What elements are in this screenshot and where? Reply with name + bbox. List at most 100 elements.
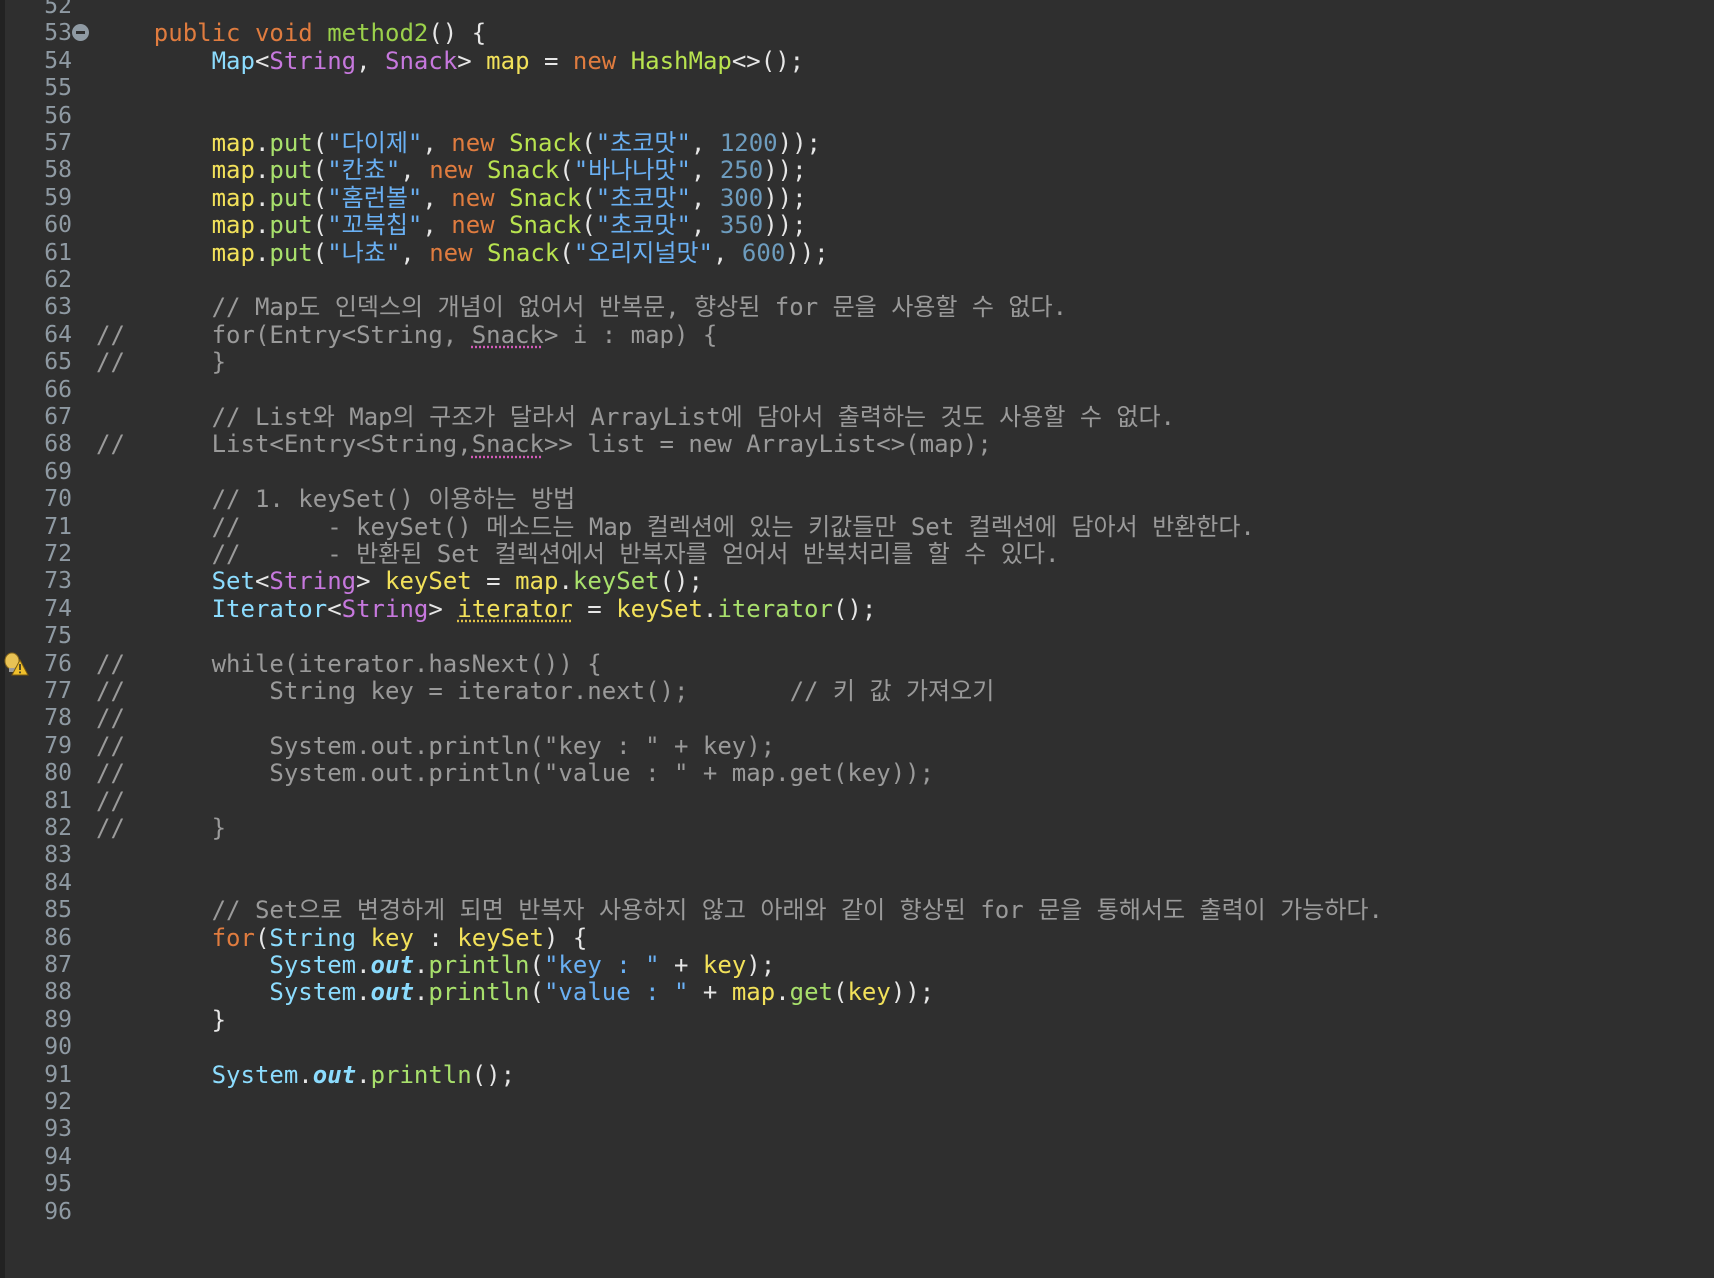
- line-number: 95: [44, 1171, 72, 1198]
- token-text: .: [356, 951, 371, 979]
- token-kw: new: [429, 156, 473, 185]
- code-editor[interactable]: 52 53 54 55 56 57 58 59 60 61 62 63 64 65 66 67 68 69 70 71…: [0, 0, 1714, 1278]
- line-number: 73: [44, 568, 72, 595]
- code-line[interactable]: while(iterator.hasNext()) {: [96, 649, 602, 679]
- token-text: (: [312, 156, 328, 185]
- token-text: >: [457, 46, 487, 75]
- token-comment: // - keySet() 메소드는 Map 컬렉션에 있는 키값들만 Set …: [211, 512, 1255, 541]
- line-number: 81: [44, 787, 72, 814]
- token-text: ,: [356, 46, 386, 75]
- token-num: 600: [741, 238, 786, 267]
- token-text: (: [833, 978, 848, 1007]
- code-line[interactable]: Map<String, Snack> map = new HashMap<>()…: [96, 46, 805, 76]
- code-line[interactable]: Set<String> keySet = map.keySet();: [96, 566, 703, 596]
- token-comment: // Map도 인덱스의 개념이 없어서 반복문, 향상된 for 문을 사용할…: [211, 293, 1068, 322]
- code-line[interactable]: // Map도 인덱스의 개념이 없어서 반복문, 향상된 for 문을 사용할…: [96, 292, 1067, 322]
- token-text: =: [572, 594, 617, 623]
- token-ctor: Snack: [509, 129, 582, 157]
- token-num: 300: [719, 183, 764, 212]
- code-line[interactable]: }: [96, 1005, 226, 1035]
- line-number: 55: [44, 75, 72, 102]
- token-kw: new: [451, 211, 495, 240]
- code-line[interactable]: List<Entry<String,Snack>> list = new Arr…: [96, 429, 992, 459]
- code-line[interactable]: map.put("꼬북칩", new Snack("초코맛", 350));: [96, 210, 807, 240]
- token-text: ,: [690, 129, 720, 157]
- token-static: out: [312, 1060, 357, 1089]
- code-line[interactable]: // - 반환된 Set 컬렉션에서 반복자를 얻어서 반복처리를 할 수 있다…: [96, 539, 1060, 569]
- token-text: (: [312, 129, 328, 157]
- line-number: 90: [44, 1034, 72, 1061]
- collapse-minus-icon[interactable]: [72, 24, 89, 41]
- line-number: 72: [44, 541, 72, 567]
- token-ctor: Snack: [487, 238, 560, 267]
- token-text: <: [254, 567, 270, 596]
- line-number: 60: [44, 212, 72, 239]
- token-ctor: Snack: [487, 156, 560, 185]
- code-line[interactable]: for(String key : keySet) {: [96, 923, 588, 953]
- token-iface: System: [269, 951, 357, 979]
- token-comment: > i : map) {: [543, 320, 718, 349]
- token-text: ,: [690, 156, 720, 185]
- token-field: keySet: [457, 923, 544, 952]
- line-comment-marker: //: [96, 704, 125, 733]
- code-line[interactable]: }: [96, 813, 226, 843]
- token-num: 250: [719, 156, 764, 185]
- code-line[interactable]: // List와 Map의 구조가 달라서 ArrayList에 담아서 출력하…: [96, 402, 1175, 432]
- token-text: .: [702, 594, 718, 623]
- code-line[interactable]: map.put("나쵸", new Snack("오리지널맛", 600));: [96, 238, 829, 268]
- token-text: (: [559, 156, 574, 185]
- code-line[interactable]: System.out.println("key : " + key);: [96, 731, 775, 761]
- token-text: (: [581, 129, 596, 157]
- token-text: ));: [785, 238, 829, 267]
- token-field: iterator: [457, 594, 573, 623]
- code-line[interactable]: for(Entry<String, Snack> i : map) {: [96, 320, 718, 350]
- token-static: out: [370, 978, 414, 1007]
- token-call: put: [269, 129, 313, 157]
- token-call: println: [428, 978, 530, 1007]
- token-comment: List<Entry<String,: [96, 430, 472, 459]
- token-text: (: [581, 211, 596, 240]
- token-text: (: [581, 183, 596, 212]
- warning-lightbulb-icon[interactable]: [3, 650, 29, 678]
- token-text: ));: [777, 129, 821, 157]
- code-line[interactable]: // 1. keySet() 이용하는 방법: [96, 484, 576, 514]
- code-line[interactable]: System.out.println("value : " + map.get(…: [96, 758, 934, 788]
- token-kw: void: [254, 19, 313, 48]
- token-iface: String: [269, 923, 357, 952]
- code-line[interactable]: // - keySet() 메소드는 Map 컬렉션에 있는 키값들만 Set …: [96, 512, 1255, 542]
- code-line[interactable]: System.out.println("value : " + map.get(…: [96, 977, 934, 1007]
- code-line[interactable]: System.out.println("key : " + key);: [96, 950, 775, 980]
- line-number: 84: [44, 869, 72, 896]
- line-number: 67: [44, 404, 72, 430]
- token-kw: new: [429, 238, 473, 267]
- code-line[interactable]: Iterator<String> iterator = keySet.itera…: [96, 594, 877, 624]
- line-number: 96: [44, 1198, 72, 1225]
- code-line[interactable]: map.put("홈런볼", new Snack("초코맛", 300));: [96, 183, 807, 213]
- code-line[interactable]: System.out.println();: [96, 1060, 515, 1090]
- line-number: 56: [44, 102, 72, 129]
- code-line[interactable]: public void method2() {: [96, 18, 486, 48]
- code-line[interactable]: String key = iterator.next(); // 키 값 가져오…: [96, 676, 994, 706]
- code-line[interactable]: map.put("다이제", new Snack("초코맛", 1200));: [96, 128, 821, 158]
- code-line[interactable]: map.put("칸쵸", new Snack("바나나맛", 250));: [96, 155, 807, 185]
- code-line[interactable]: // Set으로 변경하게 되면 반복자 사용하지 않고 아래와 같이 향상된 …: [96, 895, 1383, 925]
- token-text: .: [413, 951, 429, 979]
- token-text: :: [413, 923, 458, 952]
- token-text: ));: [763, 156, 807, 185]
- line-number: 75: [44, 623, 72, 650]
- code-line[interactable]: }: [96, 347, 226, 377]
- line-number-gutter[interactable]: 52 53 54 55 56 57 58 59 60 61 62 63 64 65 66 67 68 69 70 71…: [5, 0, 95, 1278]
- token-str: "칸쵸": [327, 156, 401, 185]
- token-text: ,: [422, 211, 452, 240]
- token-text: +: [688, 978, 732, 1007]
- token-kw: new: [451, 129, 495, 157]
